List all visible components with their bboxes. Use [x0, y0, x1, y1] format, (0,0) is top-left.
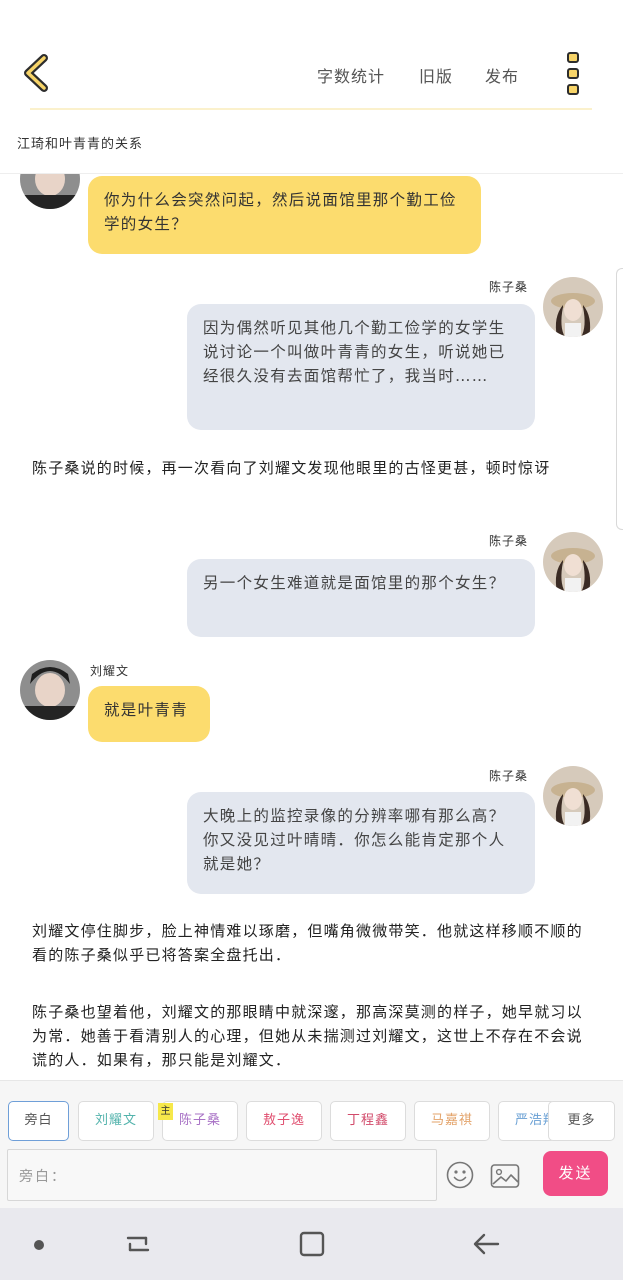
- message-bubble[interactable]: 就是叶青青: [88, 686, 210, 742]
- chapter-title[interactable]: 江琦和叶青青的关系: [17, 133, 143, 152]
- chat-scroll-area[interactable]: 你为什么会突然问起，然后说面馆里那个勤工俭学的女生？ 陈子桑 因为偶然听见其他几…: [0, 174, 623, 1080]
- header-divider: [30, 108, 592, 110]
- role-selector[interactable]: 旁白 刘耀文 陈子桑 敖子逸 丁程鑫 马嘉祺 严浩翔 更多: [0, 1101, 623, 1143]
- role-chip-ao[interactable]: 敖子逸: [246, 1101, 322, 1141]
- menu-dot-icon: [567, 52, 579, 63]
- main-role-badge: 主: [158, 1103, 173, 1120]
- menu-dot-icon: [567, 84, 579, 95]
- system-nav-bar: [0, 1208, 623, 1280]
- speaker-name: 陈子桑: [489, 280, 529, 294]
- narration-text[interactable]: 陈子桑也望着他，刘耀文的那眼睛中就深邃，那高深莫测的样子，她早就习以为常．她善于…: [32, 1000, 597, 1072]
- back-button[interactable]: [18, 50, 60, 96]
- send-button[interactable]: 发送: [543, 1151, 608, 1196]
- role-chip-ma[interactable]: 马嘉祺: [414, 1101, 490, 1141]
- composer-area: 旁白 刘耀文 陈子桑 敖子逸 丁程鑫 马嘉祺 严浩翔 更多 主 旁白： 发送: [0, 1080, 623, 1208]
- avatar-chen[interactable]: [543, 277, 603, 337]
- image-icon[interactable]: [490, 1163, 520, 1189]
- menu-dot-icon: [567, 68, 579, 79]
- role-chip-liu[interactable]: 刘耀文: [78, 1101, 154, 1141]
- message-bubble[interactable]: 另一个女生难道就是面馆里的那个女生？: [187, 559, 535, 637]
- input-placeholder: 旁白：: [19, 1169, 67, 1185]
- message-bubble[interactable]: 大晚上的监控录像的分辨率哪有那么高？你又没见过叶晴晴．你怎么能肯定那个人就是她？: [187, 792, 535, 894]
- role-chip-chen[interactable]: 陈子桑: [162, 1101, 238, 1141]
- narration-text[interactable]: 刘耀文停住脚步，脸上神情难以琢磨，但嘴角微微带笑．他就这样移顺不顺的看的陈子桑似…: [32, 919, 597, 967]
- word-count-button[interactable]: 字数统计: [317, 63, 385, 87]
- recents-icon[interactable]: [124, 1230, 152, 1258]
- scroll-handle[interactable]: [616, 268, 623, 530]
- role-chip-ding[interactable]: 丁程鑫: [330, 1101, 406, 1141]
- avatar-liu[interactable]: [20, 174, 80, 209]
- speaker-name: 陈子桑: [489, 769, 529, 783]
- top-bar: 字数统计 旧版 发布: [0, 0, 623, 112]
- speaker-name: 陈子桑: [489, 534, 529, 548]
- home-icon[interactable]: [298, 1230, 326, 1258]
- role-chip-narrator[interactable]: 旁白: [8, 1101, 69, 1141]
- narration-text[interactable]: 陈子桑说的时候，再一次看向了刘耀文发现他眼里的古怪更甚，顿时惊讶: [32, 456, 597, 480]
- avatar-chen[interactable]: [543, 532, 603, 592]
- message-input[interactable]: 旁白：: [7, 1149, 437, 1201]
- old-version-button[interactable]: 旧版: [419, 63, 453, 87]
- more-roles-button[interactable]: 更多: [548, 1101, 615, 1141]
- avatar-liu[interactable]: [20, 660, 80, 720]
- speaker-name: 刘耀文: [90, 664, 130, 678]
- publish-button[interactable]: 发布: [485, 63, 519, 87]
- emoji-icon[interactable]: [446, 1161, 474, 1189]
- message-bubble[interactable]: 你为什么会突然问起，然后说面馆里那个勤工俭学的女生？: [88, 176, 481, 254]
- back-nav-icon[interactable]: [472, 1230, 500, 1258]
- message-bubble[interactable]: 因为偶然听见其他几个勤工俭学的女学生说讨论一个叫做叶青青的女生，听说她已经很久没…: [187, 304, 535, 430]
- chevron-left-icon: [24, 54, 48, 92]
- avatar-chen[interactable]: [543, 766, 603, 826]
- more-menu-button[interactable]: [562, 52, 584, 96]
- dot-icon[interactable]: [33, 1239, 45, 1251]
